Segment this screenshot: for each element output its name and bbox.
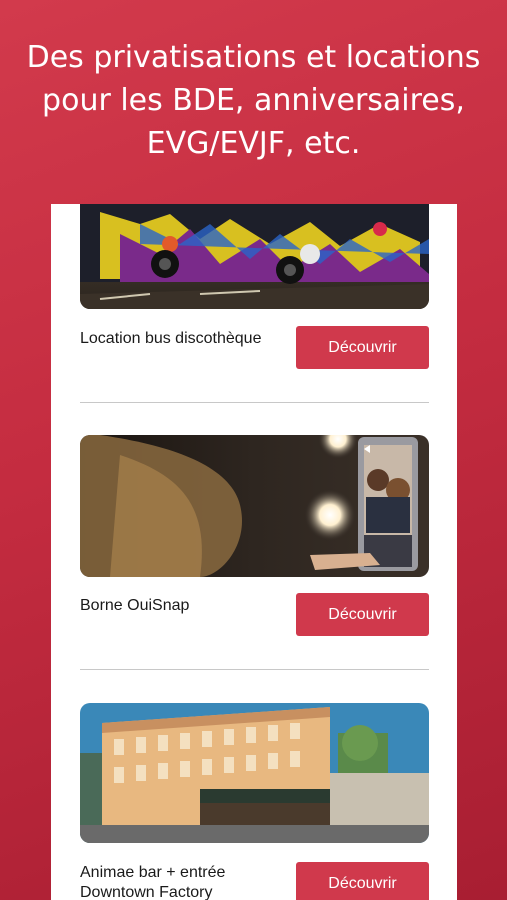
discover-button[interactable]: Découvrir [296,862,429,900]
promo-headline: Des privatisations et locations pour les… [0,36,507,165]
list-item-party-bus: Location bus discothèque Découvrir [80,204,429,384]
headline-line-1: Des privatisations et locations [26,40,481,75]
item-title: Borne OuiSnap [80,597,190,614]
party-bus-image[interactable] [80,204,429,309]
list-item-photo-booth: Borne OuiSnap Découvrir [80,435,429,636]
bar-building-image[interactable] [80,703,429,843]
offers-list-card[interactable]: Location bus discothèque Découvrir Borne… [51,204,457,900]
discover-button[interactable]: Découvrir [296,326,429,369]
divider [80,402,429,403]
headline-line-3: EVG/EVJF, etc. [146,126,361,161]
photo-booth-image[interactable] [80,435,429,577]
item-title: Location bus discothèque [80,330,262,347]
discover-button[interactable]: Découvrir [296,593,429,636]
item-title: Animae bar + entrée Downtown Factory [80,863,290,900]
headline-line-2: pour les BDE, anniversaires, [42,83,465,118]
item-title-line-2: Downtown Factory [80,884,213,900]
list-item-bar: Animae bar + entrée Downtown Factory Déc… [80,703,429,900]
divider [80,669,429,670]
item-title-line-1: Animae bar + entrée [80,864,226,881]
